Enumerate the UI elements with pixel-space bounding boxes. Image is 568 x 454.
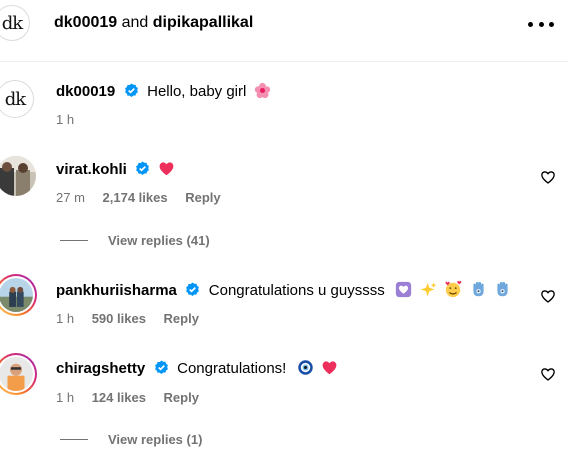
reply-button[interactable]: Reply [164, 311, 199, 326]
comment-text: Congratulations! [177, 360, 287, 377]
view-replies-button[interactable]: View replies (41) [60, 233, 210, 248]
comment-meta: 27 m 2,174 likes Reply [56, 190, 235, 205]
comment-username[interactable]: virat.kohli [56, 161, 127, 178]
comment-likes[interactable]: 124 likes [92, 390, 146, 405]
hamsa-emoji-icon [472, 281, 484, 297]
header-user-2[interactable]: dipikapallikal [153, 14, 253, 31]
header-title: dk00019 and dipikapallikal [54, 14, 253, 32]
reply-button[interactable]: Reply [185, 190, 220, 205]
post-header: dk dk00019 and dipikapallikal [0, 0, 568, 62]
nazar-amulet-emoji-icon [298, 360, 313, 375]
view-replies-label: View replies (41) [108, 233, 210, 248]
replies-divider-line [60, 439, 88, 440]
caption-avatar[interactable]: dk [0, 80, 34, 118]
header-user-1[interactable]: dk00019 [54, 14, 117, 31]
more-options-icon[interactable] [528, 14, 554, 34]
comment-time[interactable]: 1 h [56, 390, 74, 405]
red-heart-emoji-icon [159, 162, 174, 176]
comment-username[interactable]: pankhuriisharma [56, 282, 177, 299]
smiling-face-with-hearts-emoji-icon [445, 280, 462, 298]
commenter-avatar[interactable] [0, 353, 37, 395]
caption-text: Hello, baby girl [147, 83, 247, 100]
verified-badge-icon [136, 161, 150, 175]
verified-badge-icon [186, 282, 200, 296]
red-heart-emoji-icon [322, 361, 337, 375]
commenter-avatar[interactable] [0, 274, 37, 316]
caption-username[interactable]: dk00019 [56, 83, 115, 100]
commenter-avatar[interactable] [0, 156, 36, 196]
avatar-letters: dk [4, 88, 26, 110]
reply-button[interactable]: Reply [164, 390, 199, 405]
comment-username[interactable]: chiragshetty [56, 360, 145, 377]
sparkles-emoji-icon [420, 282, 436, 297]
comment-meta: 1 h 590 likes Reply [56, 311, 213, 326]
comment-likes[interactable]: 2,174 likes [103, 190, 168, 205]
comment-time[interactable]: 27 m [56, 190, 85, 205]
caption-time[interactable]: 1 h [56, 112, 74, 127]
avatar-letters: dk [1, 12, 23, 34]
verified-badge-icon [154, 360, 168, 374]
comment-meta: 1 h 124 likes Reply [56, 390, 213, 405]
like-heart-icon[interactable] [540, 288, 556, 304]
header-joiner: and [121, 14, 149, 31]
purple-heart-emoji-icon [396, 281, 412, 298]
like-heart-icon[interactable] [540, 366, 556, 382]
like-heart-icon[interactable] [540, 169, 556, 185]
replies-divider-line [60, 240, 88, 241]
comment-text: Congratulations u guyssss [208, 282, 385, 299]
comment-likes[interactable]: 590 likes [92, 311, 146, 326]
header-avatar[interactable]: dk [0, 5, 30, 41]
view-replies-label: View replies (1) [108, 432, 203, 447]
comment-time[interactable]: 1 h [56, 311, 74, 326]
hamsa-emoji-icon [497, 281, 508, 297]
view-replies-button[interactable]: View replies (1) [60, 432, 202, 447]
flower-emoji-icon [254, 82, 270, 99]
caption-meta: 1 h [56, 112, 88, 127]
verified-badge-icon [124, 83, 138, 97]
